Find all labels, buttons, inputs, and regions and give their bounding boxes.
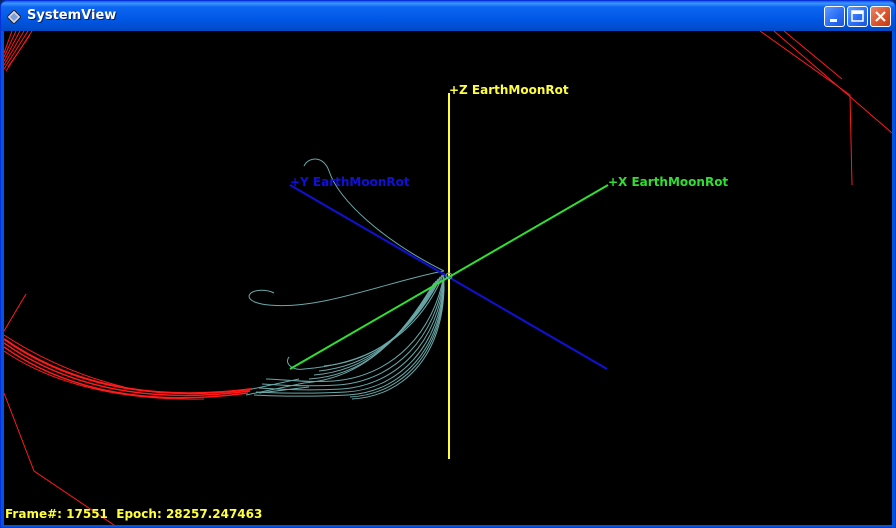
window-title: SystemView: [27, 8, 117, 23]
orbit-trace-top-right: [759, 31, 892, 186]
frame-label: Frame#:: [5, 507, 62, 521]
close-button[interactable]: [870, 6, 891, 27]
title-bar[interactable]: SystemView: [1, 1, 895, 31]
trajectory-bundle: [245, 158, 445, 400]
maximize-icon: [851, 10, 864, 22]
minimize-button[interactable]: [824, 6, 845, 27]
x-axis-label: +X EarthMoonRot: [608, 175, 729, 189]
scene-canvas: [4, 31, 892, 525]
status-readout: Frame#: 17551 Epoch: 28257.247463: [5, 507, 262, 521]
orbit-trace-left: [4, 293, 253, 525]
systemview-window: SystemView +Z EarthMoonRot +Y EarthMoonR…: [0, 0, 896, 528]
y-axis-label: +Y EarthMoonRot: [290, 175, 410, 189]
maximize-button[interactable]: [847, 6, 868, 27]
close-icon: [875, 11, 886, 22]
minimize-icon: [830, 19, 837, 22]
3d-viewport[interactable]: +Z EarthMoonRot +Y EarthMoonRot +X Earth…: [4, 31, 892, 525]
epoch-label: Epoch:: [116, 507, 162, 521]
z-axis-label: +Z EarthMoonRot: [449, 83, 569, 97]
epoch-value: 28257.247463: [165, 507, 263, 521]
systemview-app-icon[interactable]: [6, 9, 22, 25]
orbit-trace-top-left: [4, 31, 33, 72]
frame-value: 17551: [66, 507, 108, 521]
